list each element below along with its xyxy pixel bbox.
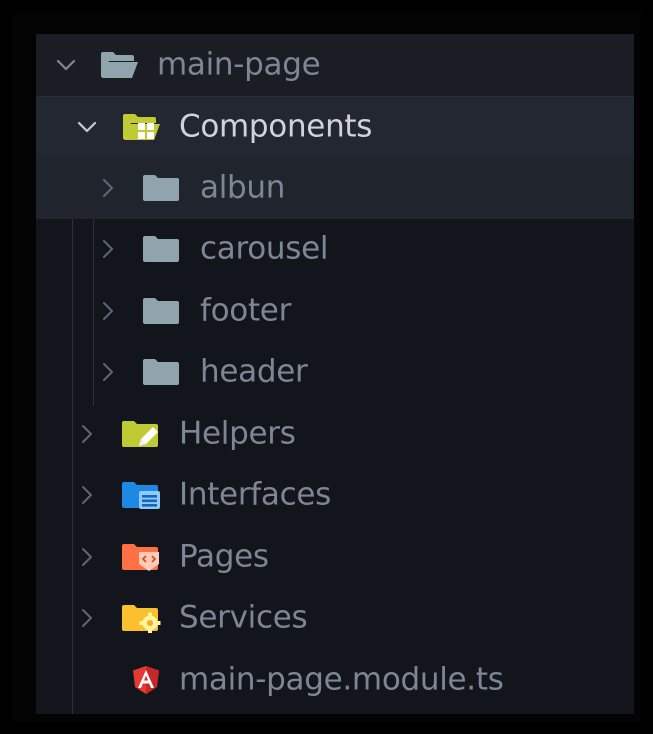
tree-item-header[interactable]: header xyxy=(36,342,634,404)
chevron-down-icon[interactable] xyxy=(54,53,78,77)
tree-item-components[interactable]: Components xyxy=(36,95,634,157)
tree-item-label: Helpers xyxy=(179,415,296,452)
chevron-down-icon[interactable] xyxy=(75,115,99,139)
chevron-right-icon[interactable] xyxy=(96,237,120,261)
screenshot-frame: main-page Components albun carousel foot… xyxy=(12,12,641,722)
angular-icon xyxy=(133,665,159,694)
tree-item-label: header xyxy=(200,353,308,390)
folder-icon xyxy=(143,174,179,201)
chevron-right-icon[interactable] xyxy=(96,299,120,323)
folder-components-open-icon xyxy=(123,113,160,140)
chevron-right-icon[interactable] xyxy=(75,545,99,569)
tree-item-footer[interactable]: footer xyxy=(36,280,634,342)
tree-item-interfaces[interactable]: Interfaces xyxy=(36,465,634,527)
tree-item-label: carousel xyxy=(200,230,329,267)
chevron-right-icon[interactable] xyxy=(96,176,120,200)
folder-helper-icon xyxy=(122,420,158,447)
chevron-right-icon[interactable] xyxy=(75,422,99,446)
folder-icon xyxy=(143,236,179,263)
tree-item-albun[interactable]: albun xyxy=(36,157,634,219)
tree-item-label: Services xyxy=(179,599,308,636)
file-tree: main-page Components albun carousel foot… xyxy=(36,34,634,711)
folder-icon xyxy=(143,297,179,324)
folder-views-icon xyxy=(122,543,159,571)
tree-item-label: main-page xyxy=(157,46,321,83)
tree-item-pages[interactable]: Pages xyxy=(36,526,634,588)
tree-item-label: Pages xyxy=(179,538,269,575)
folder-icon xyxy=(143,359,179,386)
tree-item-module-file[interactable]: main-page.module.ts xyxy=(36,649,634,711)
tree-item-services[interactable]: Services xyxy=(36,588,634,650)
tree-item-label: Interfaces xyxy=(179,476,331,513)
chevron-right-icon[interactable] xyxy=(75,483,99,507)
tree-item-label: main-page.module.ts xyxy=(179,661,504,698)
tree-item-label: footer xyxy=(200,292,292,329)
tree-item-label: albun xyxy=(200,169,286,206)
folder-services-icon xyxy=(122,605,161,634)
folder-open-icon xyxy=(101,51,138,78)
chevron-right-icon[interactable] xyxy=(75,606,99,630)
chevron-right-icon[interactable] xyxy=(96,360,120,384)
tree-item-label: Components xyxy=(179,108,373,145)
file-explorer-panel: main-page Components albun carousel foot… xyxy=(36,34,634,714)
tree-item-helpers[interactable]: Helpers xyxy=(36,403,634,465)
tree-item-carousel[interactable]: carousel xyxy=(36,219,634,281)
tree-item-main-page[interactable]: main-page xyxy=(36,34,634,96)
folder-interface-icon xyxy=(122,482,160,510)
